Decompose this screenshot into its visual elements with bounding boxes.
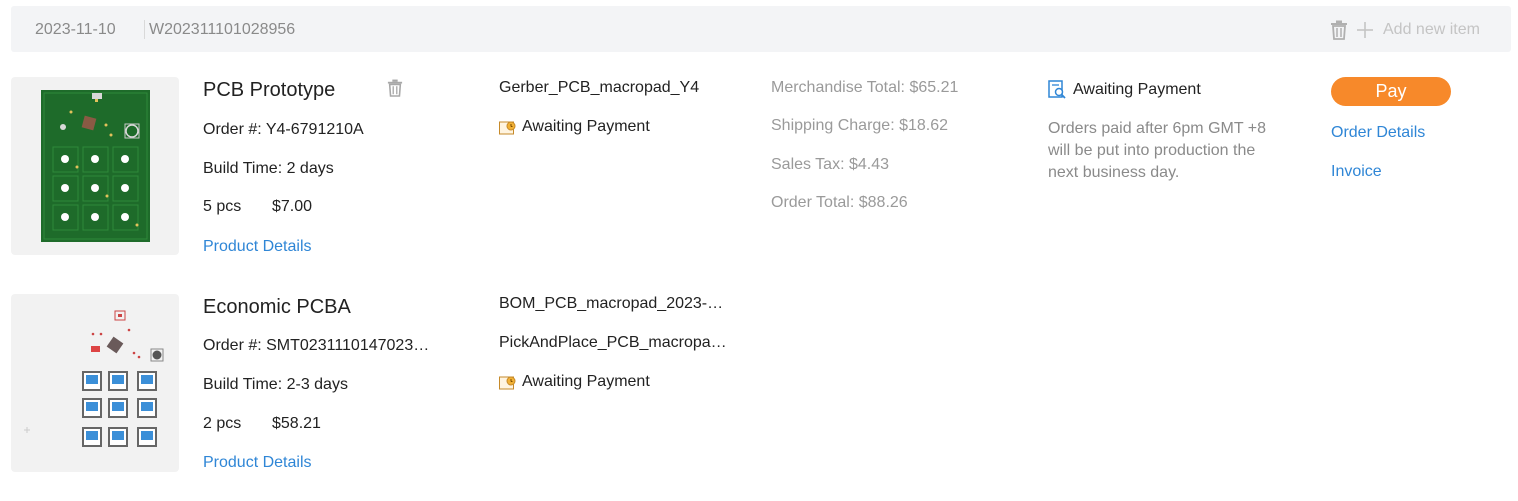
merchandise-total: Merchandise Total: $65.21 — [771, 79, 959, 96]
file-status: Awaiting Payment — [499, 118, 650, 136]
item-price: $58.21 — [272, 415, 321, 432]
header-divider — [144, 20, 145, 39]
order-header-bar: 2023-11-10 W202311101028956 Add new item — [11, 6, 1511, 52]
quantity: 5 pcs — [203, 198, 242, 215]
order-total: Order Total: $88.26 — [771, 194, 908, 211]
product-details-link[interactable]: Product Details — [203, 454, 312, 472]
order-details-link[interactable]: Order Details — [1331, 124, 1425, 142]
bom-file-name[interactable]: BOM_PCB_macropad_2023-… — [499, 295, 739, 313]
quantity: 2 pcs — [203, 415, 242, 432]
shipping-charge: Shipping Charge: $18.62 — [771, 117, 949, 134]
order-id: W202311101028956 — [149, 21, 296, 38]
file-name[interactable]: Gerber_PCB_macropad_Y4 — [499, 79, 739, 97]
document-search-icon — [1048, 80, 1066, 99]
sales-tax: Sales Tax: $4.43 — [771, 156, 890, 173]
product-name: Economic PCBA — [203, 296, 351, 318]
pick-and-place-file-name[interactable]: PickAndPlace_PCB_macropa… — [499, 334, 739, 352]
payment-status-label: Awaiting Payment — [1073, 80, 1201, 98]
file-status-label: Awaiting Payment — [522, 373, 650, 390]
payment-status: Awaiting Payment — [1048, 80, 1201, 99]
invoice-link[interactable]: Invoice — [1331, 163, 1382, 181]
pending-clock-icon — [499, 121, 516, 134]
delete-item-icon[interactable] — [387, 79, 403, 97]
item-price: $7.00 — [272, 198, 313, 215]
trash-icon[interactable] — [1330, 20, 1348, 40]
pay-button[interactable]: Pay — [1331, 77, 1451, 106]
order-date: 2023-11-10 — [35, 21, 116, 38]
order-number: Order #: Y4-6791210A — [203, 121, 364, 138]
production-note: Orders paid after 6pm GMT +8 will be put… — [1048, 120, 1267, 181]
economic-pcba-thumbnail[interactable] — [11, 294, 179, 472]
pcb-prototype-thumbnail[interactable] — [11, 77, 179, 255]
plus-icon — [1357, 22, 1373, 38]
file-status: Awaiting Payment — [499, 373, 650, 391]
build-time: Build Time: 2-3 days — [203, 376, 348, 393]
pcb-board-image — [41, 90, 150, 242]
product-name: PCB Prototype — [203, 79, 336, 101]
add-new-item-button[interactable]: Add new item — [1356, 20, 1480, 40]
pcba-board-image — [24, 310, 164, 447]
product-details-link[interactable]: Product Details — [203, 238, 312, 256]
order-number: Order #: SMT0231110147023… — [203, 337, 430, 354]
build-time: Build Time: 2 days — [203, 160, 334, 177]
file-status-label: Awaiting Payment — [522, 118, 650, 135]
add-new-item-label: Add new item — [1383, 21, 1480, 38]
pending-clock-icon — [499, 376, 516, 389]
